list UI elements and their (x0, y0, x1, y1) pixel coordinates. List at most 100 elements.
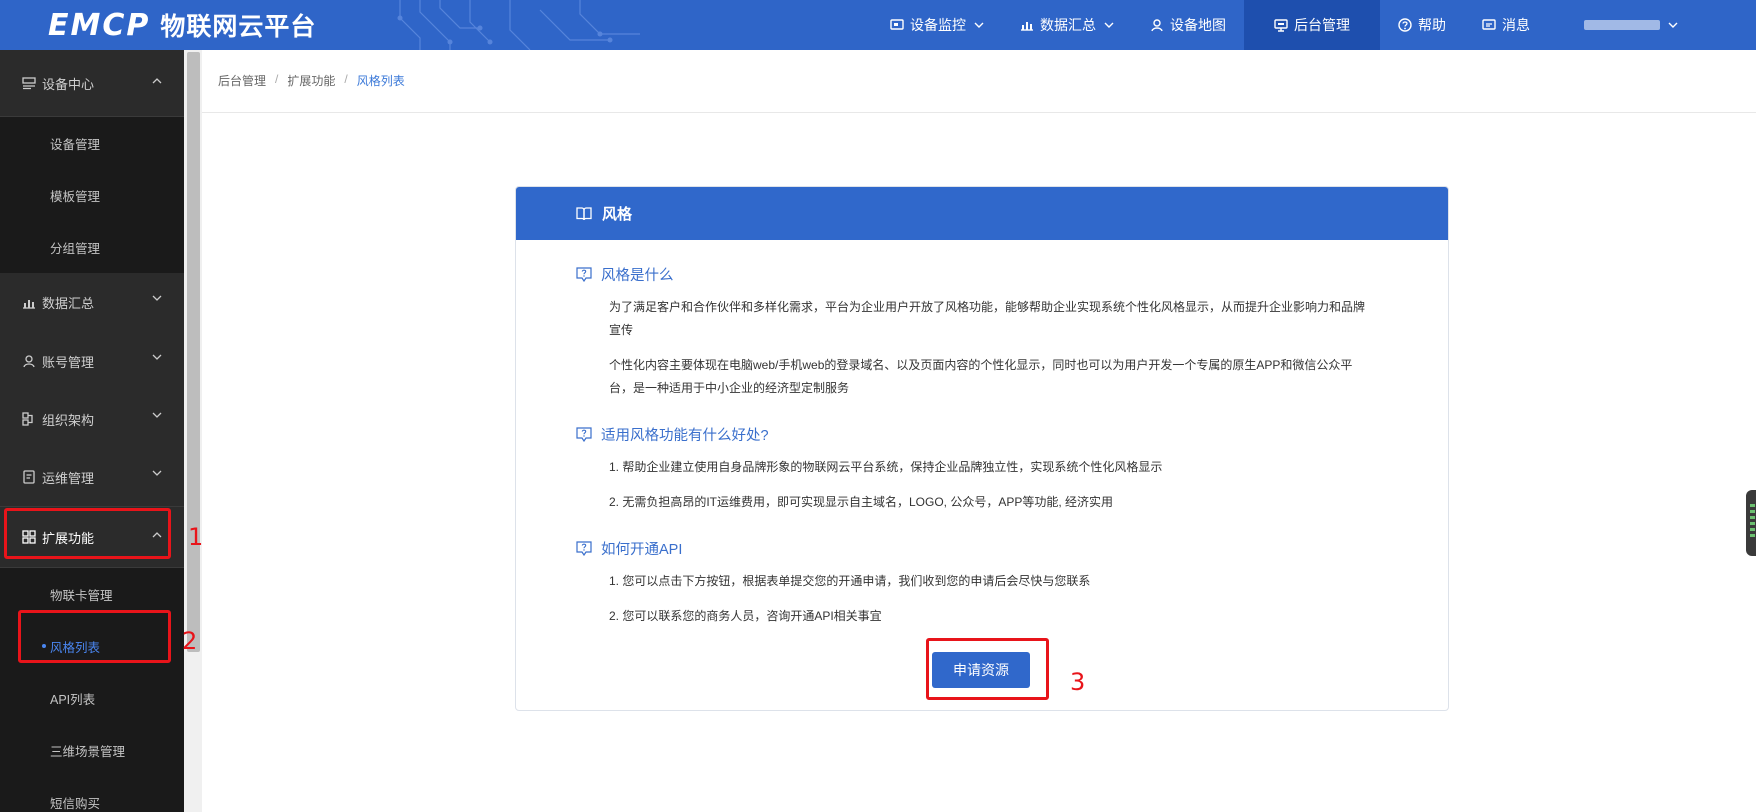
submenu-extensions: 物联卡管理 风格列表 API列表 三维场景管理 短信购买 (0, 568, 184, 812)
question-icon (576, 541, 592, 556)
nav-label: 设备监控 (910, 17, 966, 33)
user-pin-icon (1150, 18, 1164, 32)
sidebar-group-account[interactable]: 账号管理 (0, 332, 184, 390)
side-widget-tab[interactable] (1746, 490, 1756, 556)
annotation-number: 1 (188, 523, 204, 551)
logo[interactable]: EMCP 物联网云平台 (48, 6, 316, 44)
sidebar-item-template-management[interactable]: 模板管理 (0, 169, 184, 221)
sidebar-group-label: 组织架构 (42, 412, 95, 428)
section-how: 如何开通API (576, 538, 682, 559)
admin-icon (1274, 18, 1288, 32)
highlight-box-apply-button (926, 638, 1049, 700)
chevron-down-icon (1668, 22, 1678, 28)
paragraph: 个性化内容主要体现在电脑web/手机web的登录域名、以及页面内容的个性化显示，… (609, 358, 1353, 395)
nav-label: 后台管理 (1294, 17, 1350, 33)
nav-label: 设备地图 (1170, 17, 1226, 33)
nav-device-monitor[interactable]: 设备监控 (872, 0, 1002, 50)
nav-label: 数据汇总 (1040, 17, 1096, 33)
logo-text: 物联网云平台 (160, 13, 317, 41)
nav-data-summary[interactable]: 数据汇总 (1002, 0, 1132, 50)
top-nav: 设备监控 数据汇总 设备地图 后台管理 帮助 消息 (872, 0, 1756, 50)
sidebar-item-device-management[interactable]: 设备管理 (0, 117, 184, 169)
section-title: 适用风格功能有什么好处? (576, 424, 769, 445)
help-icon (1398, 18, 1412, 32)
sidebar-item-api-list[interactable]: API列表 (0, 672, 184, 724)
sidebar-item-3d-scene[interactable]: 三维场景管理 (0, 724, 184, 776)
sidebar-group-label: 运维管理 (42, 470, 95, 486)
message-icon (1482, 18, 1496, 32)
nav-messages[interactable]: 消息 (1464, 0, 1548, 50)
chevron-down-icon (152, 295, 162, 301)
chart-icon (1020, 18, 1034, 32)
breadcrumb: 后台管理 / 扩展功能 / 风格列表 (218, 72, 405, 89)
section-title: 风格是什么 (576, 264, 674, 285)
sidebar-item-label: 模板管理 (50, 189, 101, 204)
book-icon (576, 206, 592, 222)
chevron-down-icon (152, 412, 162, 418)
sidebar-group-label: 数据汇总 (42, 296, 95, 311)
section-benefits: 适用风格功能有什么好处? (576, 424, 769, 445)
monitor-icon (890, 18, 904, 32)
paragraph: 2. 无需负担高昂的IT运维费用，即可实现显示自主域名，LOGO, 公众号，AP… (609, 495, 1114, 509)
sidebar-item-label: 设备管理 (50, 137, 101, 152)
sidebar-item-label: 分组管理 (50, 241, 101, 256)
breadcrumb-item[interactable]: 后台管理 (218, 72, 266, 89)
sidebar-item-label: 物联卡管理 (50, 588, 113, 603)
top-bar: EMCP 物联网云平台 设备监控 数据汇总 设备地图 后台管理 帮助 消息 (0, 0, 1756, 50)
sidebar-item-label: API列表 (50, 692, 96, 707)
paragraph: 1. 帮助企业建立使用自身品牌形象的物联网云平台系统，保持企业品牌独立性，实现系… (609, 460, 1163, 474)
annotation-number: 2 (182, 627, 198, 655)
nav-label: 帮助 (1418, 17, 1446, 33)
paragraph: 1. 您可以点击下方按钮，根据表单提交您的开通申请，我们收到您的申请后会尽快与您… (609, 574, 1091, 588)
sidebar-item-label: 短信购买 (50, 796, 101, 811)
paragraph: 2. 您可以联系您的商务人员，咨询开通API相关事宜 (609, 609, 882, 623)
sidebar-scrollbar-thumb[interactable] (187, 52, 200, 652)
sidebar-group-label: 账号管理 (42, 354, 95, 370)
submenu-device-center: 设备管理 模板管理 分组管理 (0, 117, 184, 273)
chart-icon (22, 296, 36, 310)
highlight-box-style-list (18, 610, 171, 663)
circuit-decoration (397, 0, 640, 50)
nav-admin[interactable]: 后台管理 (1244, 0, 1380, 50)
section-title: 如何开通API (576, 538, 682, 559)
section-title-text: 风格是什么 (601, 268, 674, 284)
sidebar-group-device-center[interactable]: 设备中心 (0, 50, 184, 117)
breadcrumb-current: 风格列表 (356, 74, 405, 88)
divider (202, 112, 1756, 113)
sidebar: 设备中心 设备管理 模板管理 分组管理 数据汇总 账号管理 组织架构 运维管理 … (0, 50, 184, 812)
question-icon (576, 267, 592, 282)
card-title: 风格 (602, 206, 633, 223)
question-icon (576, 427, 592, 442)
section-what: 风格是什么 (576, 264, 674, 285)
chevron-down-icon (152, 470, 162, 476)
breadcrumb-item[interactable]: 扩展功能 (287, 72, 335, 89)
sidebar-item-group-management[interactable]: 分组管理 (0, 221, 184, 273)
logo-mark: EMCP (48, 7, 151, 43)
highlight-box-extensions (4, 508, 171, 559)
sidebar-group-data-summary[interactable]: 数据汇总 (0, 273, 184, 332)
nav-label: 消息 (1502, 17, 1530, 33)
sidebar-item-sms-purchase[interactable]: 短信购买 (0, 776, 184, 812)
nav-help[interactable]: 帮助 (1380, 0, 1464, 50)
chevron-down-icon (152, 354, 162, 360)
card-header: 风格 (516, 187, 1448, 240)
user-menu[interactable] (1548, 0, 1756, 50)
chevron-down-icon (974, 22, 984, 28)
chevron-down-icon (1104, 22, 1114, 28)
sidebar-group-label: 设备中心 (42, 76, 95, 92)
breadcrumb-separator: / (275, 72, 279, 86)
section-title-text: 适用风格功能有什么好处? (601, 428, 769, 444)
user-name-redacted (1584, 20, 1660, 30)
nav-device-map[interactable]: 设备地图 (1132, 0, 1244, 50)
breadcrumb-separator: / (344, 72, 348, 86)
ops-icon (22, 470, 36, 484)
paragraph: 为了满足客户和合作伙伴和多样化需求，平台为企业用户开放了风格功能，能够帮助企业实… (609, 300, 1366, 337)
sidebar-item-label: 三维场景管理 (50, 744, 126, 759)
sidebar-group-organization[interactable]: 组织架构 (0, 390, 184, 448)
chevron-up-icon (152, 78, 162, 84)
annotation-number: 3 (1070, 668, 1086, 696)
device-icon (22, 76, 36, 90)
user-icon (22, 354, 36, 368)
sidebar-group-ops[interactable]: 运维管理 (0, 448, 184, 507)
style-card: 风格 风格是什么 为了满足客户和合作伙伴和多样化需求，平台为企业用户开放了风格功… (515, 186, 1449, 711)
